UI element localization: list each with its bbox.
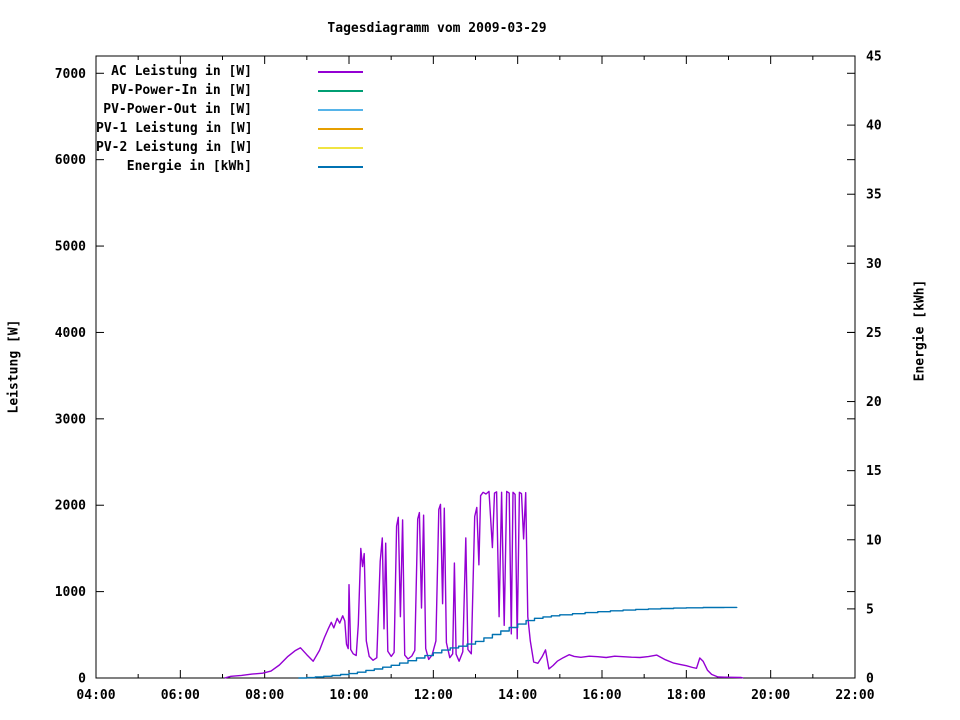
y2-tick-label: 5 <box>866 602 874 617</box>
y1-tick-label: 2000 <box>55 499 86 514</box>
x-tick-label: 08:00 <box>245 688 284 703</box>
legend-line-sample <box>318 166 363 168</box>
legend-label: AC Leistung in [W] <box>96 62 252 81</box>
legend-label: PV-Power-In in [W] <box>96 81 252 100</box>
y2-tick-label: 35 <box>866 188 882 203</box>
legend-line-sample <box>318 147 363 149</box>
y1-tick-label: 4000 <box>55 326 86 341</box>
y2-tick-label: 45 <box>866 50 882 65</box>
legend-item-pv-1-leistung-in-w: PV-1 Leistung in [W] <box>96 119 363 138</box>
x-tick-label: 06:00 <box>161 688 200 703</box>
legend-line-sample <box>318 90 363 92</box>
y2-tick-label: 20 <box>866 395 882 410</box>
x-tick-label: 12:00 <box>414 688 453 703</box>
legend-item-pv-power-in-in-w: PV-Power-In in [W] <box>96 81 363 100</box>
legend-line-sample <box>318 128 363 130</box>
y2-tick-label: 25 <box>866 326 882 341</box>
y1-tick-label: 1000 <box>55 585 86 600</box>
x-tick-label: 04:00 <box>76 688 115 703</box>
x-tick-label: 10:00 <box>329 688 368 703</box>
x-tick-label: 16:00 <box>582 688 621 703</box>
legend-item-pv-2-leistung-in-w: PV-2 Leistung in [W] <box>96 138 363 157</box>
y1-tick-label: 3000 <box>55 412 86 427</box>
legend-label: PV-Power-Out in [W] <box>96 100 252 119</box>
series-line-ac-leistung-in-w <box>225 491 744 678</box>
y2-tick-label: 15 <box>866 464 882 479</box>
y1-tick-label: 7000 <box>55 67 86 82</box>
y2-tick-label: 40 <box>866 119 882 134</box>
y1-tick-label: 0 <box>78 672 86 687</box>
x-tick-label: 20:00 <box>751 688 790 703</box>
legend-label: Energie in [kWh] <box>96 157 252 176</box>
y2-tick-label: 30 <box>866 257 882 272</box>
legend-item-ac-leistung-in-w: AC Leistung in [W] <box>96 62 363 81</box>
y1-tick-label: 6000 <box>55 153 86 168</box>
y2-tick-label: 0 <box>866 672 874 687</box>
legend-item-energie-in-kwh: Energie in [kWh] <box>96 157 363 176</box>
y2-tick-label: 10 <box>866 533 882 548</box>
y1-tick-label: 5000 <box>55 240 86 255</box>
x-tick-label: 22:00 <box>835 688 874 703</box>
legend-line-sample <box>318 109 363 111</box>
legend-line-sample <box>318 71 363 73</box>
legend-item-pv-power-out-in-w: PV-Power-Out in [W] <box>96 100 363 119</box>
legend-label: PV-2 Leistung in [W] <box>96 138 252 157</box>
chart-legend: AC Leistung in [W]PV-Power-In in [W]PV-P… <box>96 62 363 176</box>
x-tick-label: 14:00 <box>498 688 537 703</box>
tagesdiagramm-chart: Tagesdiagramm vom 2009-03-29 Leistung [W… <box>0 0 960 720</box>
x-tick-label: 18:00 <box>667 688 706 703</box>
legend-label: PV-1 Leistung in [W] <box>96 119 252 138</box>
